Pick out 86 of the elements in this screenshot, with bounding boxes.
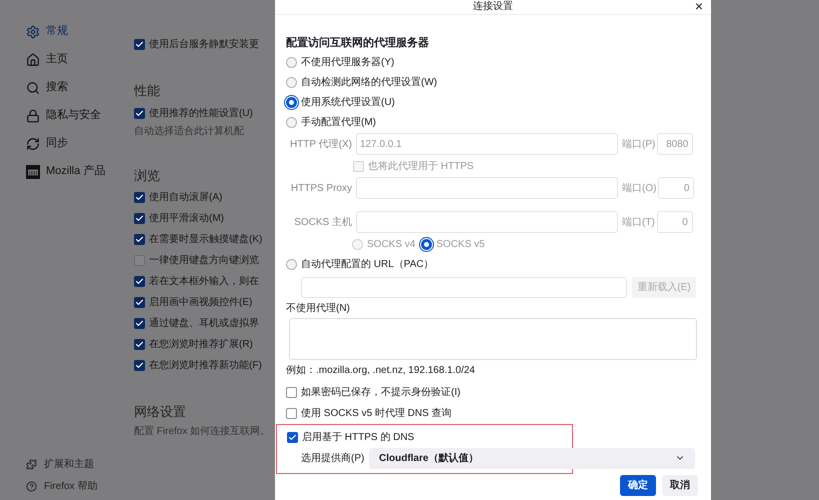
search-icon [26,80,40,94]
setting-label: 通过键盘、耳机或虚拟界 [149,316,259,331]
setting-label: 使用推荐的性能设置(U) [149,106,253,120]
checkbox-label: 如果密码已保存，不提示身份验证(I) [301,386,460,400]
sidebar-item[interactable]: 常规 [26,22,128,41]
checkbox[interactable] [134,213,145,224]
field-label: SOCKS 主机 [293,216,353,230]
close-button[interactable]: × [694,0,703,13]
ok-button[interactable]: 确定 [620,475,656,496]
sidebar-link[interactable]: 扩展和主题 [26,456,128,472]
checkbox-label: 使用 SOCKS v5 时代理 DNS 查询 [301,406,452,421]
radio-button[interactable] [421,238,432,250]
checkbox[interactable] [134,255,145,266]
setting-note: 配置 Firefox 如何连接互联网。 [134,424,272,438]
checkbox[interactable] [134,234,145,245]
checkbox[interactable] [134,360,145,371]
port-field[interactable]: 8080 [657,133,694,155]
sidebar-item[interactable]: 隐私与安全 [26,106,128,125]
field-label: HTTP 代理(X) [288,138,353,152]
checkbox[interactable] [134,339,145,350]
radio-button[interactable] [286,116,297,128]
setting-label: 若在文本框外输入，则在 [149,274,259,289]
sidebar-item[interactable]: Mozilla 产品 [26,162,128,181]
field-label: 不使用代理(N) [286,302,351,316]
checkbox[interactable] [134,39,145,50]
radio-label: SOCKS v5 [436,238,485,252]
radio-label: 不使用代理服务器(Y) [301,56,394,70]
checkbox[interactable] [134,318,145,329]
setting-label: 一律使用键盘方向键浏览 [149,254,259,268]
field-label: 端口(P) [622,138,656,152]
section-heading: 性能 [134,82,161,100]
sidebar-item[interactable]: 主页 [26,50,128,69]
checkbox[interactable] [134,297,145,308]
checkbox[interactable] [134,108,145,118]
radio-label: 手动配置代理(M) [301,116,376,130]
field-label: HTTPS Proxy [290,182,353,196]
checkbox[interactable] [287,432,298,442]
checkbox-label: 也将此代理用于 HTTPS [368,160,474,174]
setting-label: 使用自动滚屏(A) [149,190,222,205]
field-label: 端口(T) [622,216,655,230]
setting-label: 使用后台服务静默安装更 [149,38,259,52]
setting-label: 在您浏览时推荐新功能(F) [149,358,262,373]
field-label: 选用提供商(P) [300,452,366,466]
checkbox-label: 启用基于 HTTPS 的 DNS [302,430,414,444]
section-heading: 浏览 [134,166,161,184]
host-field[interactable] [356,211,618,233]
setting-note: 自动选择适合此计算机配 [134,124,245,138]
home-icon [26,52,40,66]
radio-button[interactable] [286,258,297,270]
sidebar-item[interactable]: 搜索 [26,78,128,97]
gear-icon [26,24,40,38]
puzzle-icon [26,458,37,470]
section-heading: 网络设置 [134,403,187,421]
dialog-title: 连接设置 [473,0,513,13]
setting-label: 启用画中画视频控件(E) [149,296,252,310]
pac-url-field[interactable] [301,276,627,298]
host-field[interactable] [356,177,618,199]
radio-label: 自动代理配置的 URL（PAC） [301,258,434,272]
radio-button[interactable] [286,76,297,88]
m-logo-icon [26,164,40,178]
checkbox[interactable] [286,387,297,398]
host-field[interactable]: 127.0.0.1 [356,133,618,155]
setting-label: 使用平滑滚动(M) [149,212,224,226]
radio-label: SOCKS v4 [367,238,416,252]
checkbox[interactable] [134,192,145,203]
port-field[interactable]: 0 [656,211,693,233]
port-field[interactable]: 0 [658,177,694,199]
sidebar-item[interactable]: 同步 [26,134,128,153]
provider-select[interactable]: Cloudflare（默认值） [369,448,695,468]
no-proxy-field[interactable] [289,318,697,360]
lock-icon [26,108,40,122]
radio-label: 使用系统代理设置(U) [301,96,395,110]
help-icon [26,480,37,492]
cancel-button[interactable]: 取消 [662,475,698,496]
radio-button[interactable] [286,56,297,68]
setting-label: 在需要时显示触摸键盘(K) [149,232,262,247]
radio-button[interactable] [286,96,297,108]
sidebar-link[interactable]: Firefox 帮助 [26,478,128,494]
sync-icon [26,136,40,150]
proxy-heading: 配置访问互联网的代理服务器 [286,36,430,51]
checkbox[interactable] [286,408,297,419]
radio-label: 自动检测此网络的代理设置(W) [301,76,438,90]
checkbox[interactable] [134,276,145,287]
setting-label: 在您浏览时推荐扩展(R) [149,338,253,352]
example-text: 例如：.mozilla.org, .net.nz, 192.168.1.0/24 [286,364,476,378]
field-label: 端口(O) [622,182,656,196]
